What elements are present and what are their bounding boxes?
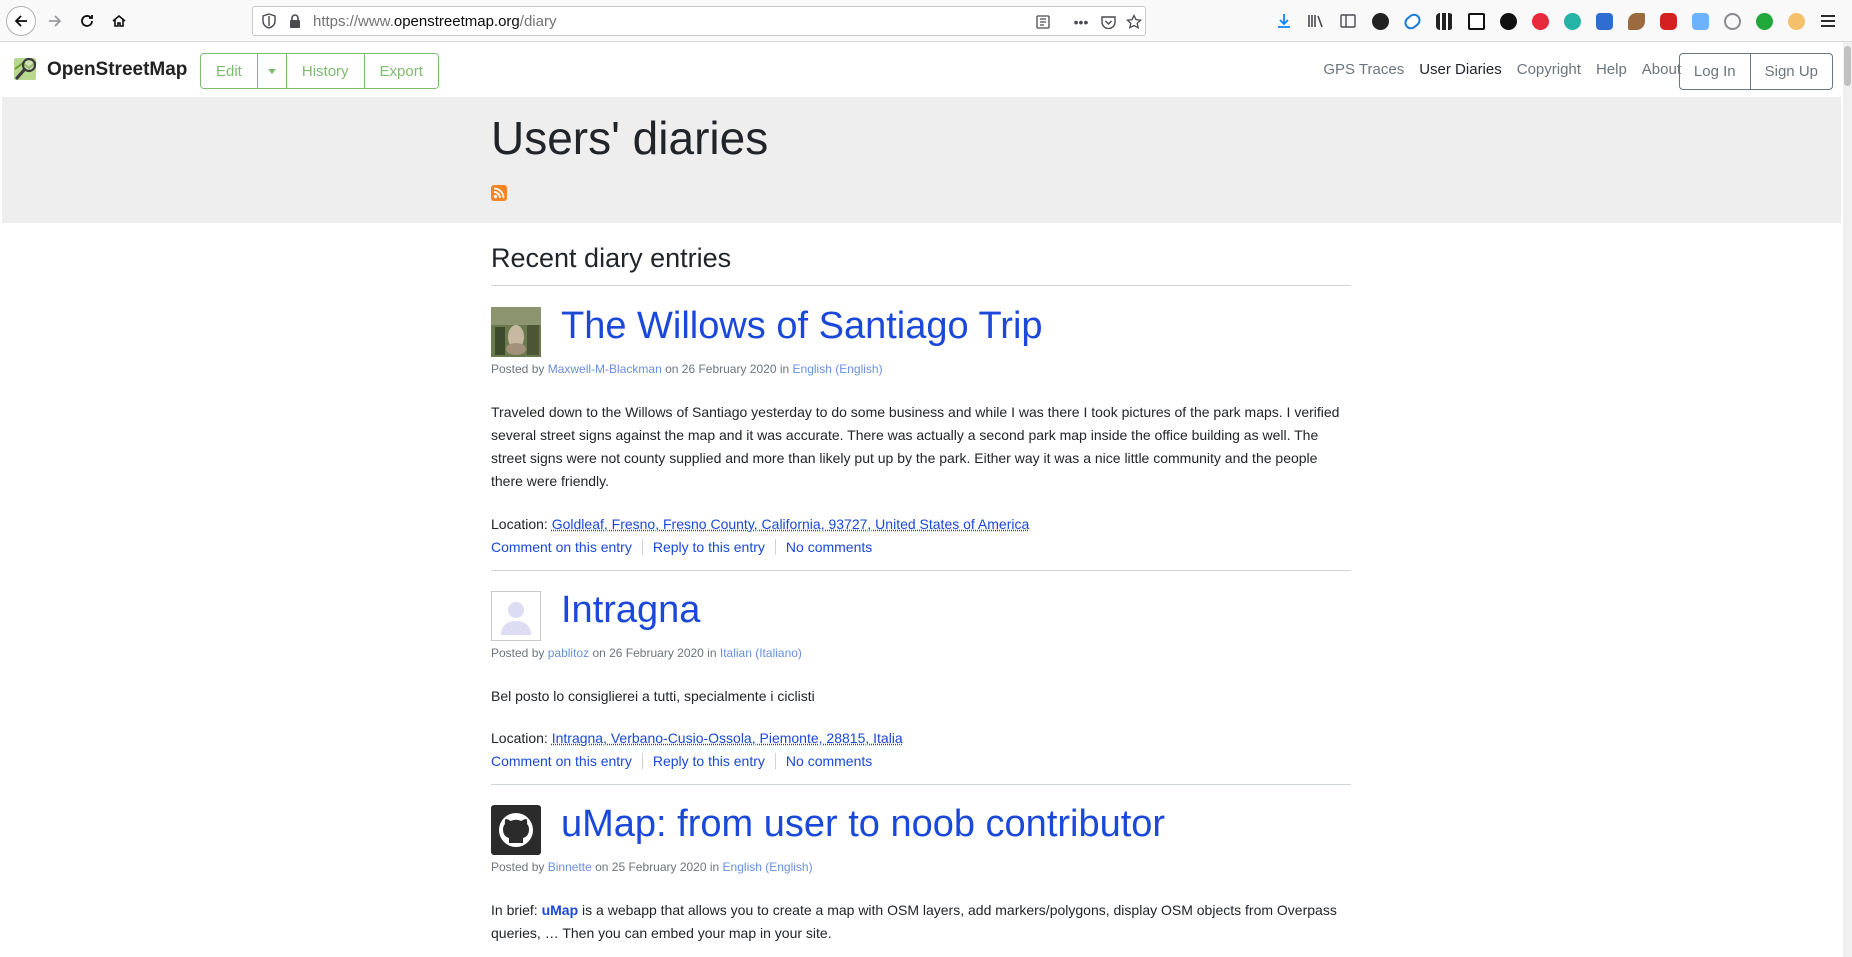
entry-body: Traveled down to the Willows of Santiago… (491, 404, 1340, 489)
pocket-icon[interactable] (1098, 12, 1118, 32)
comments-count-link[interactable]: No comments (774, 753, 882, 769)
export-button[interactable]: Export (364, 54, 438, 88)
bird-extension-icon[interactable] (1620, 10, 1652, 32)
nav-about[interactable]: About (1642, 61, 1681, 78)
nav-help[interactable]: Help (1596, 61, 1627, 78)
reader-view-icon[interactable] (1033, 12, 1053, 32)
face-extension-icon[interactable] (1780, 10, 1812, 32)
dark-mode-extension-icon[interactable] (1364, 10, 1396, 32)
lock-icon[interactable] (287, 13, 303, 29)
entry-author-link[interactable]: pablitoz (548, 646, 589, 660)
page-title: Users' diaries (491, 112, 769, 164)
arrow-left-icon (14, 15, 27, 27)
scrollbar-thumb[interactable] (1844, 46, 1851, 86)
reload-button[interactable] (72, 6, 102, 36)
avatar[interactable] (491, 307, 541, 357)
entry-meta: Posted by Maxwell-M-Blackman on 26 Febru… (491, 362, 883, 376)
edit-button[interactable]: Edit (201, 54, 258, 88)
entry-language-link[interactable]: English (English) (723, 860, 813, 874)
section-title: Recent diary entries (491, 243, 732, 273)
rss-feed-icon[interactable] (491, 185, 507, 201)
reply-link[interactable]: Reply to this entry (641, 753, 775, 769)
location-link[interactable]: Goldleaf, Fresno, Fresno County, Califor… (552, 516, 1030, 532)
entry-title[interactable]: The Willows of Santiago Trip (561, 305, 1043, 348)
page-actions-icon[interactable]: ••• (1071, 12, 1091, 32)
entry-divider (491, 570, 1351, 571)
comment-link[interactable]: Comment on this entry (491, 753, 642, 769)
tomato-extension-icon[interactable] (1524, 10, 1556, 32)
entry-title[interactable]: Intragna (561, 589, 700, 632)
download-icon[interactable] (1268, 10, 1300, 32)
location-link[interactable]: Intragna, Verbano-Cusio-Ossola, Piemonte… (552, 730, 903, 746)
avatar[interactable] (491, 591, 541, 641)
nav-user-diaries[interactable]: User Diaries (1419, 61, 1502, 78)
edit-history-export-group: Edit History Export (200, 53, 439, 89)
history-button[interactable]: History (286, 54, 365, 88)
entry-author-link[interactable]: Binnette (548, 860, 592, 874)
back-button[interactable] (6, 6, 36, 36)
reload-icon (81, 15, 93, 27)
secondary-nav: GPS Traces User Diaries Copyright Help A… (1308, 61, 1681, 78)
menu-icon[interactable] (1812, 10, 1844, 32)
plus-extension-icon[interactable] (1748, 10, 1780, 32)
page-hero: Users' diaries (2, 97, 1841, 223)
entry-divider (491, 784, 1351, 785)
tracking-shield-icon[interactable] (261, 13, 277, 29)
site-header: OpenStreetMap Edit History Export GPS Tr… (0, 42, 1843, 97)
comment-link[interactable]: Comment on this entry (491, 539, 642, 555)
edit-dropdown-button[interactable] (257, 54, 287, 88)
m-extension-icon[interactable] (1556, 10, 1588, 32)
nav-copyright[interactable]: Copyright (1517, 61, 1581, 78)
library-icon[interactable] (1300, 10, 1332, 32)
home-icon (112, 14, 126, 27)
entry-meta: Posted by pablitoz on 26 February 2020 i… (491, 646, 802, 660)
comments-count-link[interactable]: No comments (774, 539, 882, 555)
browser-toolbar: https://www.openstreetmap.org/diary ••• (0, 0, 1852, 42)
entry-actions: Comment on this entry Reply to this entr… (491, 539, 882, 555)
extension-toolbar (1268, 10, 1844, 32)
brand-name[interactable]: OpenStreetMap (47, 59, 187, 81)
osm-logo-icon[interactable] (12, 55, 40, 83)
power-extension-icon[interactable] (1716, 10, 1748, 32)
forward-button[interactable] (40, 6, 70, 36)
reply-link[interactable]: Reply to this entry (641, 539, 775, 555)
url-text: https://www.openstreetmap.org/diary (313, 13, 557, 30)
adblock-plus-icon[interactable] (1652, 10, 1684, 32)
avatar[interactable] (491, 805, 541, 855)
notion-extension-icon[interactable] (1460, 10, 1492, 32)
url-bar[interactable]: https://www.openstreetmap.org/diary ••• (252, 6, 1146, 36)
flag-extension-icon[interactable] (1684, 10, 1716, 32)
entry-location: Location: Goldleaf, Fresno, Fresno Count… (491, 516, 1030, 532)
entry-language-link[interactable]: English (English) (793, 362, 883, 376)
umap-link[interactable]: uMap (542, 902, 579, 918)
caret-down-icon (267, 68, 276, 74)
bookmark-star-icon[interactable] (1124, 12, 1144, 32)
signup-button[interactable]: Sign Up (1751, 54, 1832, 89)
entry-language-link[interactable]: Italian (Italiano) (720, 646, 802, 660)
auth-buttons: Log In Sign Up (1678, 53, 1833, 90)
container-extension-icon[interactable] (1588, 10, 1620, 32)
github-extension-icon[interactable] (1492, 10, 1524, 32)
entry-body: Bel posto lo consiglierei a tutti, speci… (491, 688, 815, 704)
entry-body: In brief: uMap is a webapp that allows y… (491, 902, 1337, 941)
entry-title[interactable]: uMap: from user to noob contributor (561, 803, 1165, 846)
arrow-right-icon (49, 15, 62, 27)
paperclip-extension-icon[interactable] (1396, 10, 1428, 32)
scrollbar[interactable] (1843, 42, 1852, 957)
login-button[interactable]: Log In (1680, 54, 1751, 89)
entry-actions: Comment on this entry Reply to this entr… (491, 753, 882, 769)
sidebar-icon[interactable] (1332, 10, 1364, 32)
home-button[interactable] (104, 6, 134, 36)
entry-location: Location: Intragna, Verbano-Cusio-Ossola… (491, 730, 903, 746)
nav-gps-traces[interactable]: GPS Traces (1323, 61, 1404, 78)
entry-meta: Posted by Binnette on 25 February 2020 i… (491, 860, 813, 874)
grid-extension-icon[interactable] (1428, 10, 1460, 32)
section-divider (491, 285, 1351, 286)
entry-author-link[interactable]: Maxwell-M-Blackman (548, 362, 662, 376)
